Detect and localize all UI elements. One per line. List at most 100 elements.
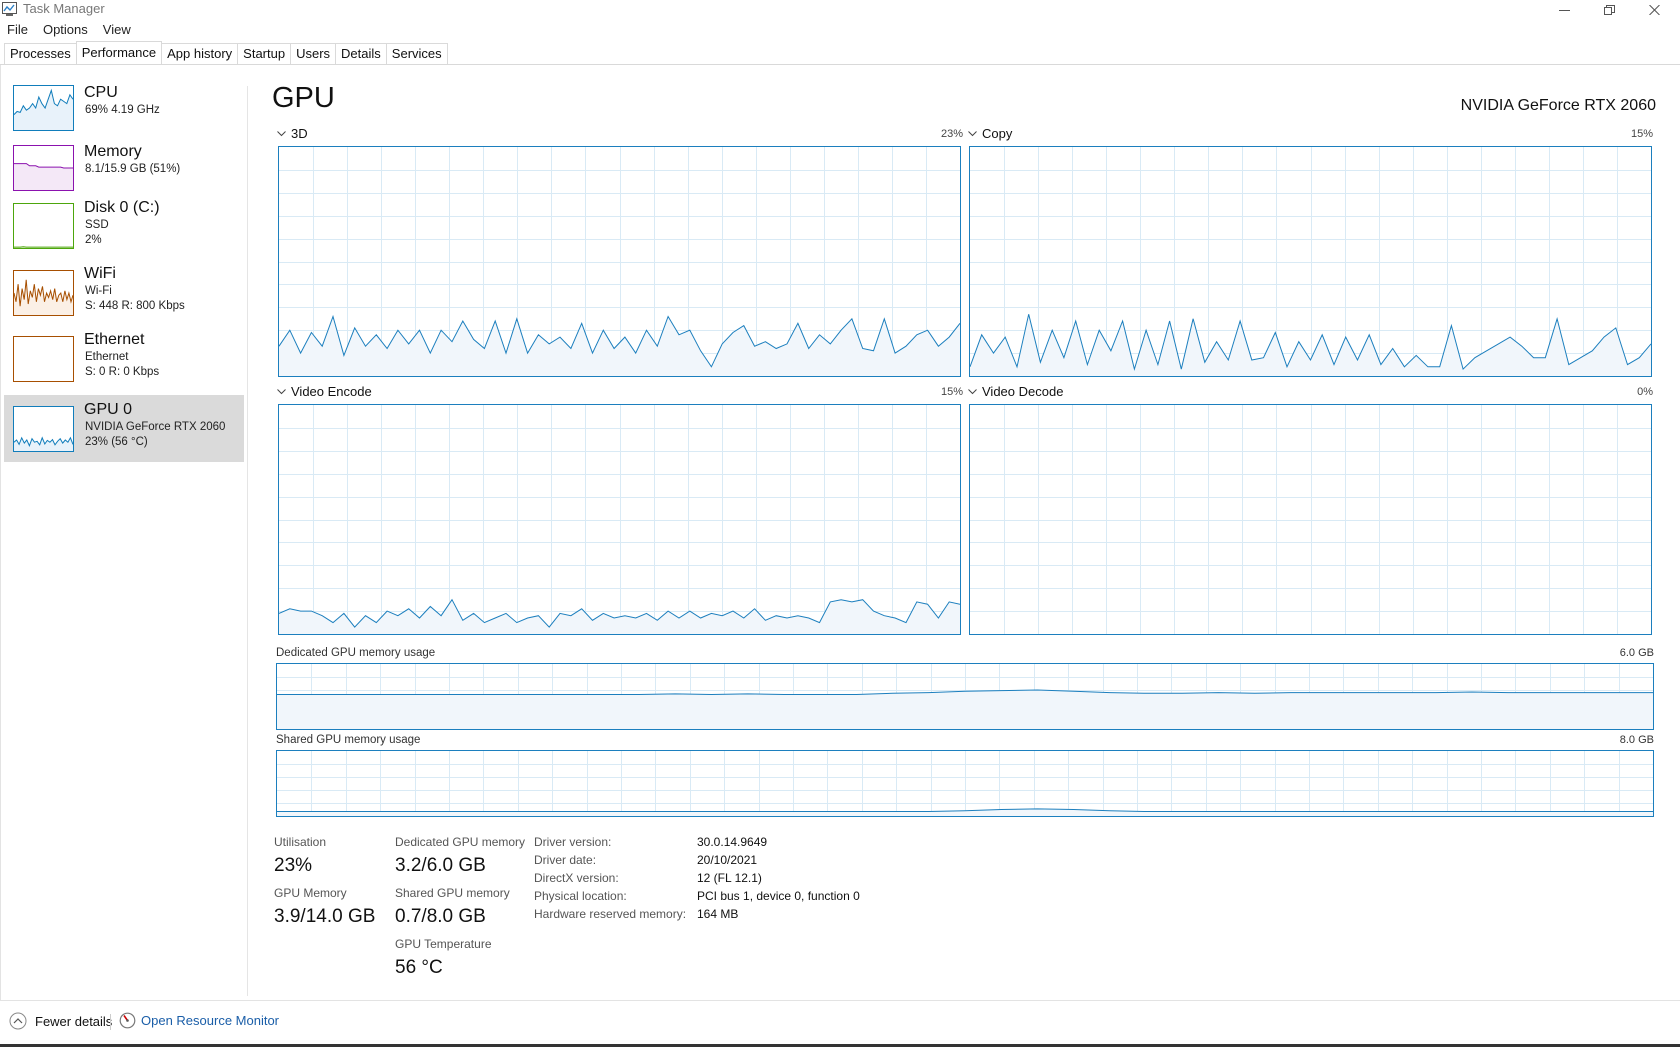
fewer-details-label: Fewer details — [35, 1013, 113, 1029]
driver-date-value: 20/10/2021 — [697, 853, 758, 867]
engine-label: Video Decode — [982, 384, 1064, 399]
left-border — [0, 65, 1, 1000]
sidebar-item-label: CPU — [84, 84, 118, 101]
graph-video-decode — [969, 404, 1652, 635]
sidebar-item-wifi[interactable]: WiFi Wi-Fi S: 448 R: 800 Kbps — [4, 265, 244, 331]
menu-view[interactable]: View — [96, 21, 139, 39]
engine-selector-video-encode[interactable]: Video Encode — [277, 384, 372, 399]
sidebar-item-detail: 69% 4.19 GHz — [85, 104, 160, 116]
engine-label: Video Encode — [291, 384, 372, 399]
engine-label: Copy — [982, 126, 1013, 141]
sidebar-item-label: Memory — [84, 143, 142, 160]
sidebar-item-label: Disk 0 (C:) — [84, 199, 160, 216]
usage-area — [14, 90, 73, 130]
shared-memory-max: 8.0 GB — [1619, 734, 1654, 746]
sidebar-item-memory[interactable]: Memory 8.1/15.9 GB (51%) — [4, 139, 244, 199]
tab-divider — [0, 64, 1680, 65]
footer-separator — [110, 1014, 111, 1030]
sidebar-item-detail: 8.1/15.9 GB (51%) — [85, 163, 181, 175]
resource-monitor-icon — [119, 1012, 136, 1029]
gpu-model-name: NVIDIA GeForce RTX 2060 — [1460, 97, 1656, 114]
dedicated-memory-label: Dedicated GPU memory — [395, 835, 526, 849]
task-manager-window: Task Manager File Options View Processes… — [0, 0, 1680, 1047]
memory-thumbnail — [13, 145, 74, 191]
tab-services[interactable]: Services — [385, 43, 448, 64]
shared-memory-value: 0.7/8.0 GB — [395, 906, 486, 927]
sidebar-divider — [247, 86, 248, 996]
title-bar: Task Manager — [0, 0, 1680, 20]
fewer-details-button[interactable]: Fewer details — [9, 1012, 112, 1030]
sidebar-item-detail: 2% — [85, 234, 102, 246]
chevron-down-icon — [968, 388, 977, 394]
ethernet-thumbnail — [13, 336, 74, 382]
tab-startup[interactable]: Startup — [237, 43, 292, 64]
directx-version-label: DirectX version: — [534, 871, 619, 885]
gpu-temperature-label: GPU Temperature — [395, 937, 492, 951]
gpu-memory-value: 3.9/14.0 GB — [274, 906, 376, 927]
tab-processes[interactable]: Processes — [4, 43, 77, 64]
engine-label: 3D — [291, 126, 308, 141]
sidebar-item-label: WiFi — [84, 265, 116, 282]
footer-divider — [0, 1000, 1680, 1001]
reserved-memory-label: Hardware reserved memory: — [534, 907, 687, 921]
physical-location-value: PCI bus 1, device 0, function 0 — [697, 889, 860, 903]
utilisation-value: 23% — [274, 855, 313, 876]
graph-video-encode — [278, 404, 961, 635]
sidebar-item-label: Ethernet — [84, 331, 145, 348]
cpu-thumbnail — [13, 85, 74, 131]
window-title: Task Manager — [23, 1, 105, 16]
tab-performance[interactable]: Performance — [75, 41, 163, 64]
dedicated-memory-usage-label: Dedicated GPU memory usage — [276, 647, 436, 659]
close-icon — [1648, 5, 1660, 15]
engine-selector-3d[interactable]: 3D — [277, 126, 308, 141]
graph-3d — [278, 146, 961, 377]
shared-memory-usage-label: Shared GPU memory usage — [276, 734, 421, 746]
menu-options[interactable]: Options — [36, 21, 96, 39]
sidebar-item-ethernet[interactable]: Ethernet Ethernet S: 0 R: 0 Kbps — [4, 331, 244, 395]
tab-strip: Processes Performance App history Startu… — [4, 41, 448, 65]
chevron-down-icon — [277, 388, 286, 394]
disk-thumbnail — [13, 203, 74, 249]
open-resource-monitor-label: Open Resource Monitor — [141, 1013, 280, 1028]
sidebar-item-detail: SSD — [85, 219, 109, 231]
footer: Fewer details Open Resource Monitor — [0, 1012, 600, 1032]
graph-dedicated-memory — [276, 663, 1654, 730]
menu-file[interactable]: File — [0, 21, 36, 39]
gpu-temperature-value: 56 °C — [395, 957, 443, 978]
open-resource-monitor-link[interactable]: Open Resource Monitor — [119, 1012, 279, 1029]
sidebar-item-label: GPU 0 — [84, 401, 133, 418]
sidebar-item-disk[interactable]: Disk 0 (C:) SSD 2% — [4, 199, 244, 265]
sidebar-item-detail: 23% (56 °C) — [85, 436, 148, 448]
menu-bar: File Options View — [0, 21, 139, 39]
driver-date-label: Driver date: — [534, 853, 597, 867]
chevron-up-circle-icon — [9, 1012, 27, 1030]
restore-icon — [1603, 5, 1615, 15]
engine-percent: 0% — [1637, 386, 1653, 398]
sidebar-item-cpu[interactable]: CPU 69% 4.19 GHz — [4, 80, 244, 139]
sidebar-item-gpu[interactable]: GPU 0 NVIDIA GeForce RTX 2060 23% (56 °C… — [4, 395, 244, 462]
chevron-down-icon — [277, 130, 286, 136]
sidebar-item-detail: Wi-Fi — [85, 285, 112, 297]
engine-selector-copy[interactable]: Copy — [968, 126, 1012, 141]
sidebar-item-detail: S: 0 R: 0 Kbps — [85, 366, 160, 378]
tab-details[interactable]: Details — [335, 43, 387, 64]
gpu-memory-label: GPU Memory — [274, 886, 347, 900]
engine-selector-video-decode[interactable]: Video Decode — [968, 384, 1063, 399]
driver-version-value: 30.0.14.9649 — [697, 835, 768, 849]
close-button[interactable] — [1631, 0, 1677, 20]
minimize-button[interactable] — [1541, 0, 1587, 20]
engine-percent: 15% — [940, 386, 963, 398]
graph-copy — [969, 146, 1652, 377]
directx-version-value: 12 (FL 12.1) — [697, 871, 762, 885]
restore-button[interactable] — [1586, 0, 1632, 20]
resource-sidebar: CPU 69% 4.19 GHz Memory 8.1/15.9 GB (51%… — [4, 80, 244, 462]
engine-percent: 15% — [1630, 128, 1653, 140]
task-manager-icon — [2, 2, 17, 16]
tab-users[interactable]: Users — [290, 43, 337, 64]
physical-location-label: Physical location: — [534, 889, 627, 903]
tab-app-history[interactable]: App history — [161, 43, 239, 64]
engine-percent: 23% — [940, 128, 963, 140]
usage-area — [277, 690, 1653, 729]
page-title: GPU — [272, 82, 335, 114]
minimize-icon — [1558, 10, 1570, 11]
